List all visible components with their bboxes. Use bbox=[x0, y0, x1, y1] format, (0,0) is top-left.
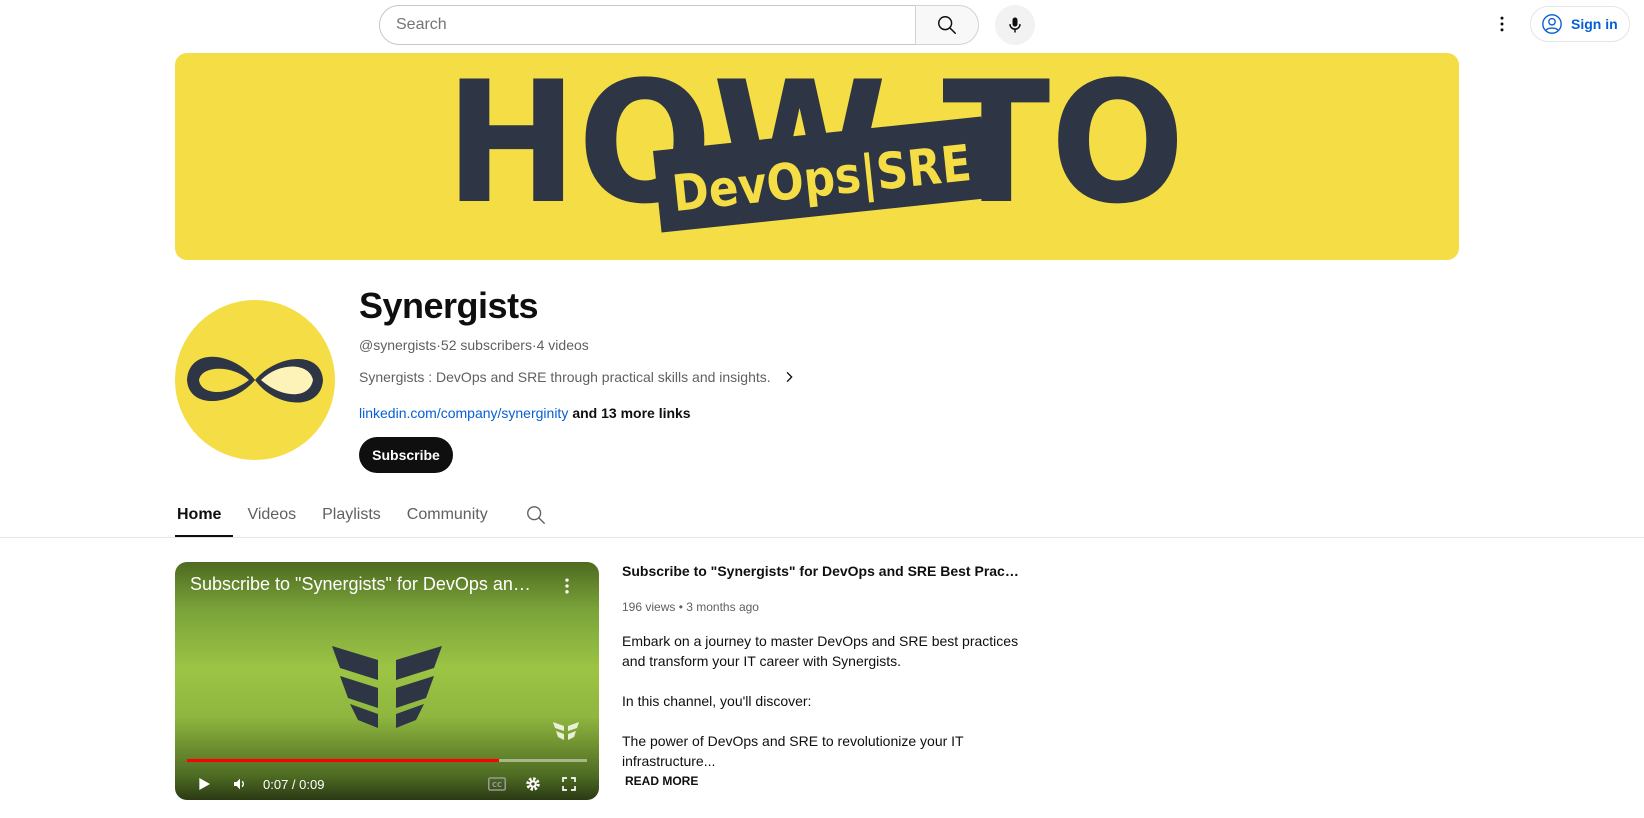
search-button[interactable] bbox=[915, 5, 979, 45]
play-button[interactable] bbox=[192, 772, 216, 796]
featured-video-title[interactable]: Subscribe to "Synergists" for DevOps and… bbox=[622, 563, 1022, 579]
description-paragraph: Embark on a journey to master DevOps and… bbox=[622, 633, 1019, 669]
featured-video-player[interactable]: Subscribe to "Synergists" for DevOps and… bbox=[175, 562, 599, 800]
captions-icon: CC bbox=[488, 777, 506, 791]
settings-menu-button[interactable] bbox=[1486, 8, 1518, 40]
mic-icon bbox=[1009, 17, 1021, 33]
channel-links: linkedin.com/company/synerginity and 13 … bbox=[359, 405, 691, 421]
tab-videos[interactable]: Videos bbox=[245, 492, 308, 537]
featured-video-meta: 196 views • 3 months ago bbox=[622, 600, 759, 614]
search-icon bbox=[526, 505, 545, 524]
description-paragraph: In this channel, you'll discover: bbox=[622, 693, 812, 709]
channel-watermark-icon[interactable] bbox=[553, 720, 579, 742]
tab-home[interactable]: Home bbox=[175, 492, 234, 537]
channel-avatar bbox=[175, 300, 335, 460]
sign-in-label: Sign in bbox=[1571, 16, 1618, 32]
channel-name: Synergists bbox=[359, 285, 539, 326]
channel-description-text: Synergists : DevOps and SRE through prac… bbox=[359, 369, 771, 385]
sign-in-button[interactable]: Sign in bbox=[1530, 6, 1630, 42]
linkedin-link[interactable]: linkedin.com/company/synerginity bbox=[359, 405, 568, 421]
captions-button[interactable]: CC bbox=[485, 772, 509, 796]
svg-text:CC: CC bbox=[492, 781, 502, 789]
chevron-right-icon bbox=[786, 371, 793, 383]
volume-button[interactable] bbox=[228, 772, 252, 796]
channel-handle: @synergists bbox=[359, 337, 437, 353]
progress-bar[interactable] bbox=[187, 759, 587, 762]
synergists-shield-logo bbox=[332, 646, 442, 728]
tab-playlists[interactable]: Playlists bbox=[320, 492, 393, 537]
search-input[interactable] bbox=[396, 6, 896, 44]
subscribe-button[interactable]: Subscribe bbox=[359, 437, 453, 473]
play-icon bbox=[199, 778, 210, 790]
more-vert-icon bbox=[1500, 16, 1504, 32]
read-more-button[interactable]: READ MORE bbox=[625, 774, 698, 788]
settings-button[interactable] bbox=[521, 772, 545, 796]
fullscreen-button[interactable] bbox=[557, 772, 581, 796]
top-bar: Sign in bbox=[0, 0, 1644, 48]
more-vert-icon bbox=[565, 578, 569, 594]
view-count: 196 views bbox=[622, 600, 676, 614]
infinity-logo-icon bbox=[187, 356, 323, 403]
time-display: 0:07 / 0:09 bbox=[263, 777, 325, 792]
tabs-divider bbox=[0, 537, 1644, 538]
more-links-button[interactable]: and 13 more links bbox=[572, 405, 690, 421]
channel-tabs: Home Videos Playlists Community bbox=[175, 492, 548, 537]
player-title[interactable]: Subscribe to "Synergists" for DevOps and… bbox=[190, 574, 540, 595]
search-icon bbox=[938, 16, 956, 34]
tab-community[interactable]: Community bbox=[405, 492, 500, 537]
gear-icon bbox=[526, 777, 540, 791]
channel-banner: HOW TO DevOps|SRE bbox=[175, 53, 1459, 260]
featured-video-description: Embark on a journey to master DevOps and… bbox=[622, 631, 1022, 771]
video-count: 4 videos bbox=[536, 337, 589, 353]
channel-search-button[interactable] bbox=[524, 492, 548, 537]
description-paragraph: The power of DevOps and SRE to revolutio… bbox=[622, 733, 964, 769]
voice-search-button[interactable] bbox=[995, 5, 1035, 45]
account-circle-icon bbox=[1542, 14, 1562, 34]
channel-description[interactable]: Synergists : DevOps and SRE through prac… bbox=[359, 369, 797, 385]
banner-artwork: HOW TO DevOps|SRE bbox=[445, 53, 1185, 241]
meta-separator: • bbox=[675, 600, 687, 614]
progress-bar-fill bbox=[187, 759, 499, 762]
player-more-button[interactable] bbox=[555, 574, 579, 598]
search-box[interactable] bbox=[379, 5, 916, 45]
channel-meta: @synergists · 52 subscribers · 4 videos bbox=[359, 337, 589, 353]
upload-age: 3 months ago bbox=[686, 600, 759, 614]
subscriber-count: 52 subscribers bbox=[440, 337, 532, 353]
player-controls: 0:07 / 0:09 CC bbox=[175, 768, 599, 800]
fullscreen-icon bbox=[562, 777, 576, 791]
volume-icon bbox=[234, 778, 244, 790]
